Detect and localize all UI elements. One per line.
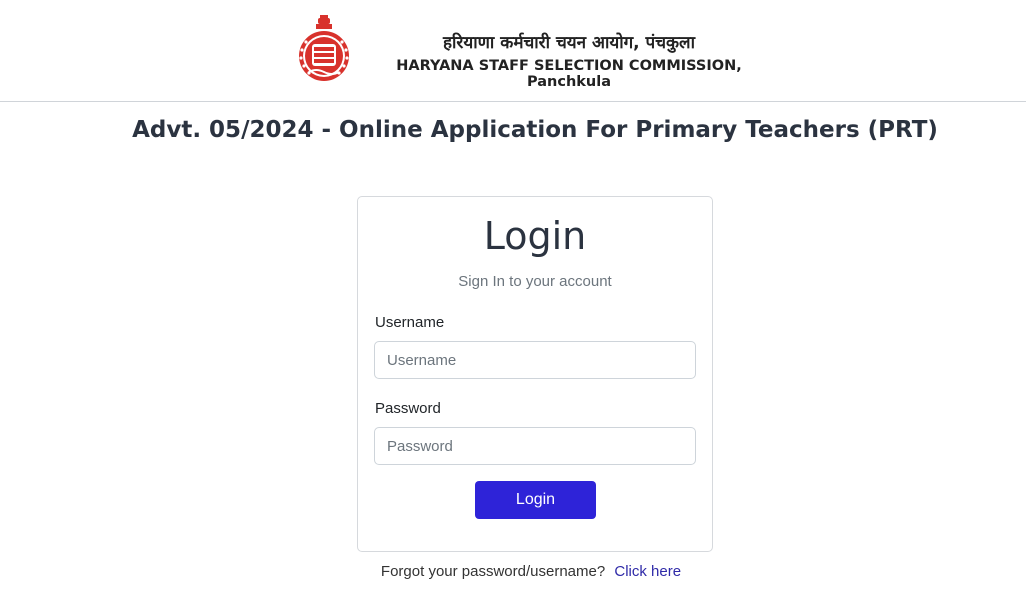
username-label: Username: [375, 314, 445, 331]
username-input[interactable]: [374, 341, 696, 379]
forgot-credentials: Forgot your password/username? Click her…: [0, 563, 1026, 580]
login-card: Login Sign In to your account Username P…: [357, 196, 713, 552]
org-name-hindi: हरियाणा कर्मचारी चयन आयोग, पंचकुला: [443, 33, 695, 53]
login-heading: Login: [483, 214, 587, 258]
password-input[interactable]: [374, 427, 696, 465]
page-title: Advt. 05/2024 - Online Application For P…: [132, 117, 938, 143]
forgot-text: Forgot your password/username?: [380, 563, 606, 580]
site-header: हरियाणा कर्मचारी चयन आयोग, पंचकुला HARYA…: [0, 0, 1026, 102]
password-label: Password: [375, 400, 441, 417]
org-name-english: HARYANA STAFF SELECTION COMMISSION, Panc…: [396, 58, 742, 90]
login-button[interactable]: Login: [475, 481, 596, 519]
forgot-click-here-link[interactable]: Click here: [614, 563, 681, 580]
login-subtitle: Sign In to your account: [458, 273, 612, 290]
haryana-emblem-icon: [297, 14, 351, 82]
